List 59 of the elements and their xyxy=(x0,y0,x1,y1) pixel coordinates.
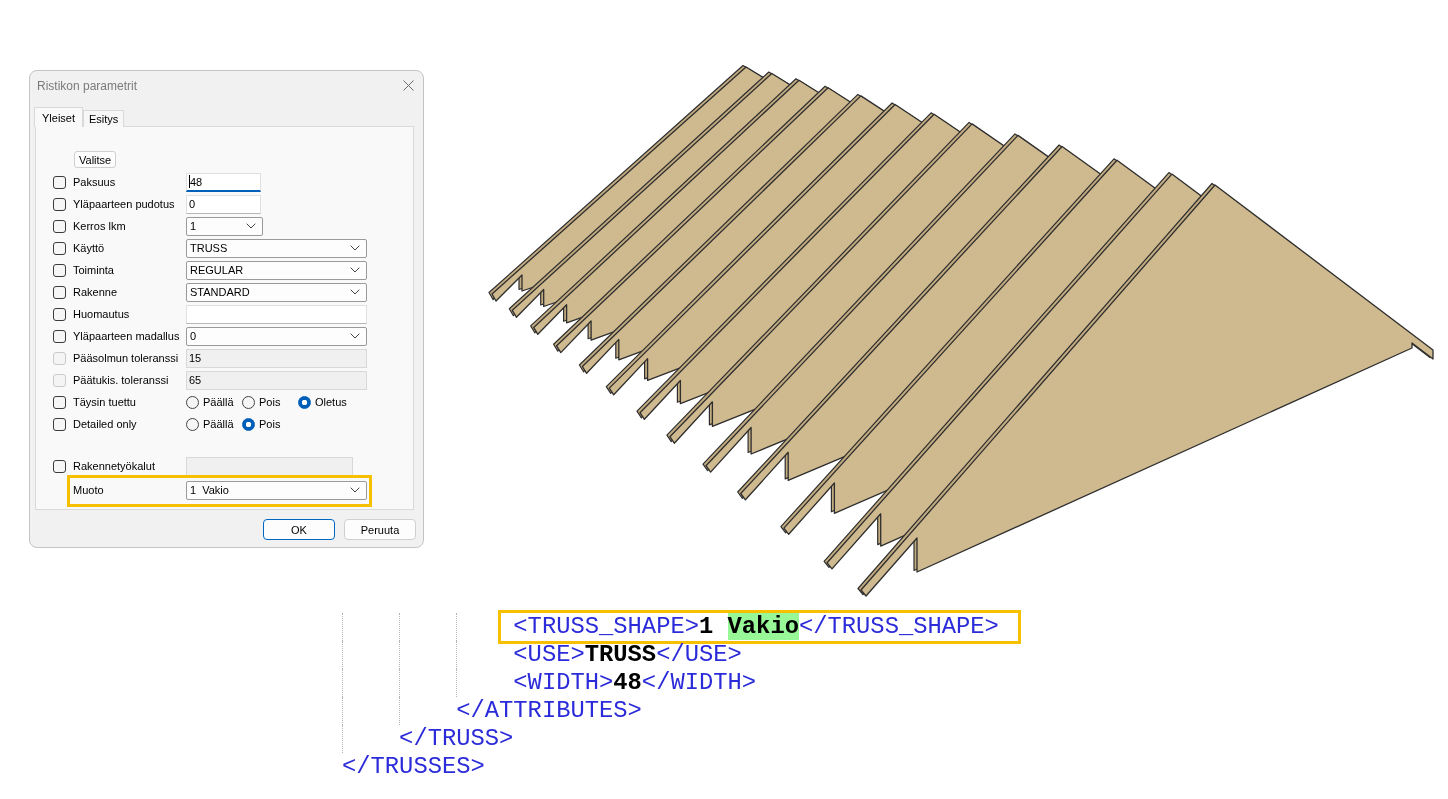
field-label: Toiminta xyxy=(73,264,115,276)
field-label: Muoto xyxy=(73,484,105,496)
checkbox[interactable] xyxy=(53,285,66,299)
text-field[interactable]: 48 xyxy=(186,172,261,192)
radio-option[interactable]: Pois xyxy=(242,417,281,431)
field-label: Yläpaarteen madallus xyxy=(73,330,181,342)
text-field[interactable] xyxy=(186,304,367,324)
code-line: </TRUSS> xyxy=(399,725,514,753)
dropdown[interactable]: STANDARD xyxy=(186,282,367,302)
checkbox[interactable] xyxy=(53,197,66,211)
radio-option[interactable]: Pois xyxy=(242,395,298,409)
chevron-down-icon xyxy=(350,245,360,251)
chevron-down-icon xyxy=(350,267,360,273)
field-label: Käyttö xyxy=(73,242,106,254)
code-line: <TRUSS_SHAPE>1 Vakio</TRUSS_SHAPE> xyxy=(513,613,999,641)
radio-option[interactable]: Oletus xyxy=(298,395,347,409)
checkbox[interactable] xyxy=(53,307,66,321)
code-line: </ATTRIBUTES> xyxy=(456,697,642,725)
text-field[interactable]: 0 xyxy=(186,194,261,214)
checkbox[interactable] xyxy=(53,329,66,343)
field-label: Detailed only xyxy=(73,418,138,430)
field-label: Täysin tuettu xyxy=(73,396,137,408)
code-line: <USE>TRUSS</USE> xyxy=(513,641,742,669)
checkbox[interactable] xyxy=(53,395,66,409)
code-line: </TRUSSES> xyxy=(342,753,485,781)
field-label: Paksuus xyxy=(73,176,117,188)
chevron-down-icon xyxy=(350,487,360,493)
checkbox[interactable] xyxy=(53,263,66,277)
window-title: Ristikon parametrit xyxy=(37,78,138,93)
dropdown[interactable]: 1 xyxy=(186,216,263,236)
radio-option[interactable]: Päällä xyxy=(186,417,242,431)
tab[interactable]: Esitys xyxy=(83,110,125,127)
checkbox[interactable] xyxy=(53,241,66,255)
text-cursor-icon xyxy=(189,175,190,188)
field-label: Huomautus xyxy=(73,308,131,320)
chevron-down-icon xyxy=(350,289,360,295)
dialog-button[interactable]: Peruuta xyxy=(344,519,416,540)
dropdown[interactable]: 0 xyxy=(186,326,367,346)
field-label: Rakenne xyxy=(73,286,119,298)
dropdown[interactable]: 1 Vakio xyxy=(186,480,367,500)
field-label: Pääsolmun toleranssi xyxy=(73,352,180,364)
code-line: <WIDTH>48</WIDTH> xyxy=(513,669,757,697)
dropdown[interactable]: REGULAR xyxy=(186,260,367,280)
dialog-button[interactable]: OK xyxy=(263,519,335,540)
checkbox[interactable] xyxy=(53,417,66,431)
chevron-down-icon xyxy=(350,333,360,339)
checkbox[interactable] xyxy=(53,219,66,233)
field-label: Rakennetyökalut xyxy=(73,460,156,472)
radio-option[interactable]: Päällä xyxy=(186,395,242,409)
select-button[interactable]: Valitse xyxy=(74,151,117,168)
chevron-down-icon xyxy=(246,223,256,229)
checkbox[interactable] xyxy=(53,459,66,473)
field-label: Kerros lkm xyxy=(73,220,127,232)
tab[interactable]: Yleiset xyxy=(34,107,84,127)
dropdown[interactable]: TRUSS xyxy=(186,238,367,258)
field-label: Yläpaarteen pudotus xyxy=(73,198,176,210)
field-label: Päätukis. toleranssi xyxy=(73,374,170,386)
checkbox[interactable] xyxy=(53,175,66,189)
close-icon[interactable] xyxy=(403,80,414,91)
